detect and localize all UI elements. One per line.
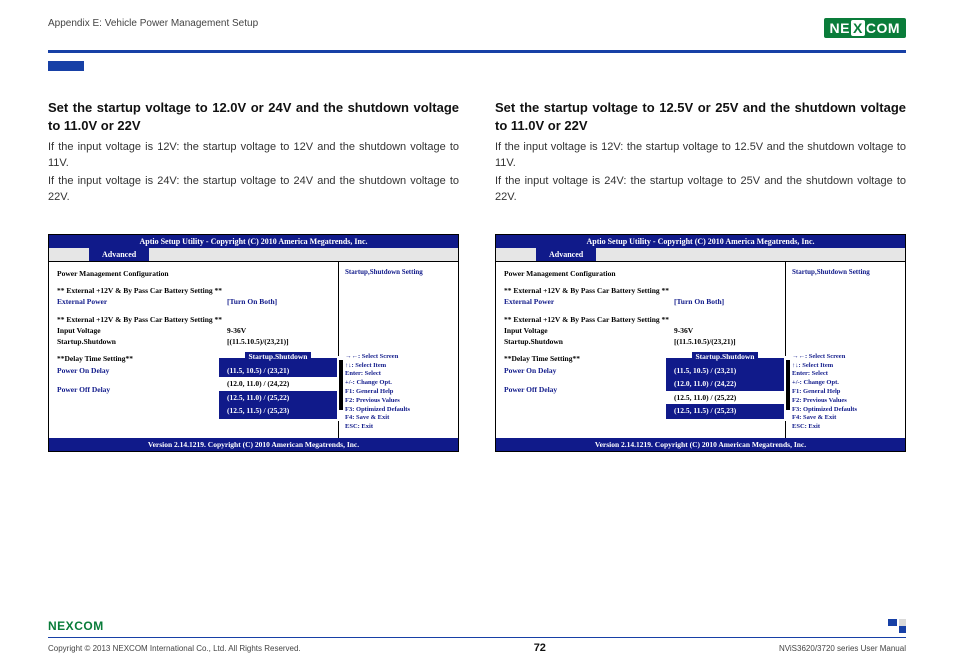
bios-popup-option-2[interactable]: (12.5, 11.0) / (25,22) — [219, 391, 337, 404]
page-footer: NEXCOM Copyright © 2013 NEXCOM Internati… — [48, 619, 906, 654]
bios-tabs-r: Advanced — [496, 248, 905, 262]
header-rule — [48, 50, 906, 53]
bios-tabs: Advanced — [49, 248, 458, 262]
bios-input-voltage-value: 9-36V — [227, 325, 246, 336]
bios-popup-r-option-1[interactable]: (12.0, 11.0) / (24,22) — [666, 377, 784, 390]
bios-screenshot-right: Aptio Setup Utility - Copyright (C) 2010… — [495, 234, 906, 452]
bios-tab-advanced[interactable]: Advanced — [89, 248, 149, 261]
left-section-title: Set the startup voltage to 12.0V or 24V … — [48, 99, 459, 134]
right-column: Set the startup voltage to 12.5V or 25V … — [495, 99, 906, 672]
left-paragraph-2: If the input voltage is 24V: the startup… — [48, 174, 459, 206]
appendix-title: Appendix E: Vehicle Power Management Set… — [48, 18, 258, 29]
bios-screenshot-left: Aptio Setup Utility - Copyright (C) 2010… — [48, 234, 459, 452]
page-number: 72 — [534, 642, 546, 654]
bios-title-r: Aptio Setup Utility - Copyright (C) 2010… — [496, 235, 905, 248]
header-tab-mark — [48, 61, 84, 71]
bios-startup-shutdown-value: [(11.5.10.5)/(23,21)] — [227, 336, 289, 347]
right-paragraph-2: If the input voltage is 24V: the startup… — [495, 174, 906, 206]
bios-popup-left[interactable]: Startup.Shutdown (11.5, 10.5) / (23,21) … — [217, 356, 339, 421]
bios-right-pane-r: Startup,Shutdown Setting →←: Select Scre… — [785, 262, 905, 438]
bios-popup-option-0[interactable]: (11.5, 10.5) / (23,21) — [219, 364, 337, 377]
bios-popup-r-option-0[interactable]: (11.5, 10.5) / (23,21) — [666, 364, 784, 377]
bios-popup-option-1[interactable]: (12.0, 11.0) / (24,22) — [219, 377, 337, 390]
nexcom-logo: NEXCOM — [824, 18, 906, 38]
bios-input-voltage-label: Input Voltage — [57, 325, 227, 336]
page-header: Appendix E: Vehicle Power Management Set… — [48, 18, 906, 46]
bios-startup-shutdown-label[interactable]: Startup.Shutdown — [57, 336, 227, 347]
bios-popup-right[interactable]: Startup.Shutdown (11.5, 10.5) / (23,21) … — [664, 356, 786, 421]
bios-right-pane: Startup,Shutdown Setting →←: Select Scre… — [338, 262, 458, 438]
left-paragraph-1: If the input voltage is 12V: the startup… — [48, 140, 459, 172]
bios-popup-option-3[interactable]: (12.5, 11.5) / (25,23) — [219, 404, 337, 417]
bios-popup-r-option-2[interactable]: (12.5, 11.0) / (25,22) — [666, 391, 784, 404]
bios-section-header: Power Management Configuration — [57, 268, 330, 279]
footer-logo: NEXCOM — [48, 619, 104, 633]
bios-external-power-value: [Turn On Both] — [227, 296, 277, 307]
bios-left-pane: Power Management Configuration ** Extern… — [49, 262, 338, 438]
bios-left-pane-r: Power Management Configuration ** Extern… — [496, 262, 785, 438]
bios-footer: Version 2.14.1219. Copyright (C) 2010 Am… — [49, 438, 458, 451]
corner-mark-icon — [888, 619, 906, 633]
footer-manual: NViS3620/3720 series User Manual — [779, 644, 906, 653]
left-column: Set the startup voltage to 12.0V or 24V … — [48, 99, 459, 672]
bios-popup-r-option-3[interactable]: (12.5, 11.5) / (25,23) — [666, 404, 784, 417]
bios-tab-advanced-r[interactable]: Advanced — [536, 248, 596, 261]
bios-help-list: →←: Select Screen ↑↓: Select Item Enter:… — [345, 353, 454, 432]
right-section-title: Set the startup voltage to 12.5V or 25V … — [495, 99, 906, 134]
bios-external-power-label[interactable]: External Power — [57, 296, 227, 307]
bios-title: Aptio Setup Utility - Copyright (C) 2010… — [49, 235, 458, 248]
right-paragraph-1: If the input voltage is 12V: the startup… — [495, 140, 906, 172]
footer-copyright: Copyright © 2013 NEXCOM International Co… — [48, 644, 301, 653]
